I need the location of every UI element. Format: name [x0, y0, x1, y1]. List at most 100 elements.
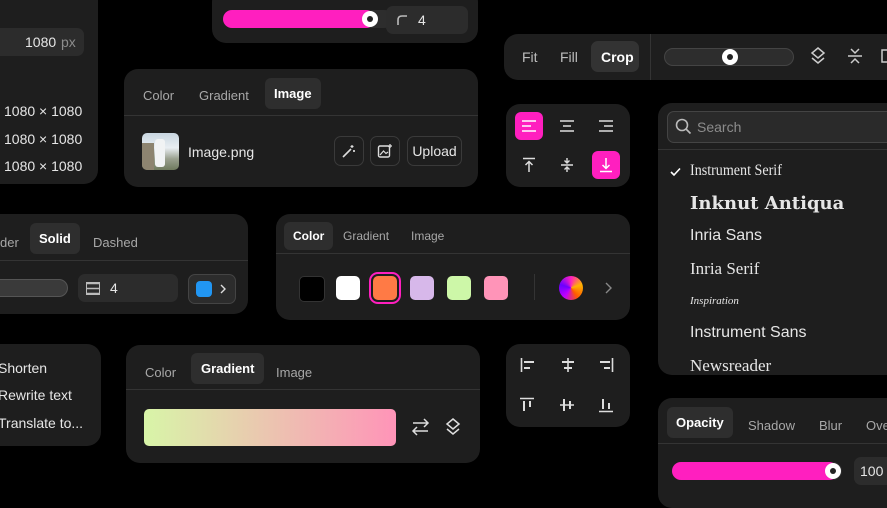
add-image-button[interactable]	[370, 136, 400, 166]
font-item-instrument-serif[interactable]: Instrument Serif	[690, 162, 782, 180]
tab-image[interactable]: Image	[402, 222, 453, 250]
swap-icon[interactable]	[411, 418, 430, 436]
tab-image[interactable]: Image	[267, 359, 321, 386]
tab-image[interactable]: Image	[265, 78, 321, 109]
radius-input[interactable]: 4	[386, 6, 468, 34]
align-right-button[interactable]	[592, 112, 620, 140]
menu-item-shorten[interactable]: Shorten	[0, 360, 47, 376]
tab-solid[interactable]: Solid	[30, 223, 80, 254]
corner-radius-icon	[396, 14, 408, 26]
tab-gradient[interactable]: Gradient	[190, 82, 258, 109]
size-slider-thumb[interactable]	[362, 11, 378, 27]
stroke-width-input[interactable]: 4	[78, 274, 178, 302]
color-swatch[interactable]	[410, 276, 434, 300]
magic-wand-icon	[341, 143, 357, 159]
expand-icon[interactable]	[881, 49, 887, 63]
tab-color[interactable]: Color	[134, 82, 183, 109]
zoom-slider-thumb[interactable]	[722, 49, 738, 65]
opacity-slider-thumb[interactable]	[825, 463, 841, 479]
opacity-slider[interactable]	[672, 462, 842, 480]
align-bottom-button[interactable]	[592, 151, 620, 179]
font-item-inria-sans[interactable]: Inria Sans	[690, 227, 762, 245]
size-preset-1[interactable]: 1080 × 1080	[4, 103, 82, 119]
top-slider-panel: 4	[212, 0, 478, 43]
tab-overlay[interactable]: Ove	[857, 412, 887, 439]
crop-button-label: Crop	[601, 49, 634, 65]
align-top-edge-icon[interactable]	[520, 397, 534, 413]
tab-shadow[interactable]: Shadow	[739, 412, 804, 439]
tab-border[interactable]: der	[0, 229, 28, 256]
font-search-field[interactable]: Search	[667, 111, 887, 143]
text-align-panel	[506, 104, 630, 187]
zoom-slider[interactable]	[664, 48, 794, 66]
image-file-name: Image.png	[188, 144, 255, 160]
effects-panel: Opacity Shadow Blur Ove 100	[658, 398, 887, 508]
search-icon	[675, 118, 692, 135]
align-bottom-icon	[599, 157, 613, 173]
size-slider[interactable]	[223, 10, 393, 28]
distribute-vertical-icon[interactable]	[847, 47, 863, 65]
gradient-divider	[126, 389, 480, 390]
gradient-angle-icon[interactable]	[445, 418, 461, 436]
tab-color[interactable]: Color	[284, 222, 334, 250]
align-left-button[interactable]	[515, 112, 543, 140]
magic-wand-button[interactable]	[334, 136, 364, 166]
align-top-button[interactable]	[515, 151, 543, 179]
align-right-edge-icon[interactable]	[598, 358, 614, 372]
fit-button[interactable]: Fit	[522, 49, 538, 65]
color-swatch[interactable]	[299, 276, 325, 302]
chevron-right-icon[interactable]	[605, 282, 612, 294]
toolbar-divider	[650, 34, 651, 80]
add-image-icon	[377, 143, 393, 159]
checkmark-icon	[670, 167, 681, 177]
color-swatch[interactable]	[336, 276, 360, 300]
color-swatch[interactable]	[484, 276, 508, 300]
size-value: 1080	[25, 34, 57, 50]
stroke-color-button[interactable]	[188, 274, 236, 304]
font-item-inspiration[interactable]: Inspiration	[690, 295, 739, 307]
image-fill-divider	[124, 115, 478, 116]
opacity-input[interactable]: 100	[854, 457, 887, 485]
font-item-inria-serif[interactable]: Inria Serif	[690, 259, 759, 279]
fill-button[interactable]: Fill	[560, 49, 578, 65]
align-horizontal-center-icon[interactable]	[560, 358, 576, 372]
size-slider-fill	[223, 10, 375, 28]
gradient-angle-icon[interactable]	[810, 47, 826, 65]
font-search-placeholder: Search	[697, 119, 742, 135]
font-item-instrument-sans[interactable]: Instrument Sans	[690, 324, 807, 342]
tab-opacity[interactable]: Opacity	[667, 407, 733, 438]
tab-blur[interactable]: Blur	[810, 412, 851, 439]
align-center-icon	[559, 119, 575, 133]
chevron-right-icon	[220, 284, 226, 294]
size-preset-2[interactable]: 1080 × 1080	[4, 131, 82, 147]
menu-item-rewrite[interactable]: Rewrite text	[0, 387, 72, 403]
size-input[interactable]: 1080 px	[0, 28, 84, 56]
color-wheel-button[interactable]	[559, 276, 583, 300]
font-item-newsreader[interactable]: Newsreader	[690, 356, 771, 375]
align-bottom-edge-icon[interactable]	[599, 397, 613, 413]
stroke-color-swatch	[196, 281, 212, 297]
crop-button[interactable]: Crop	[591, 41, 639, 72]
color-swatch[interactable]	[447, 276, 471, 300]
tab-dashed[interactable]: Dashed	[84, 229, 147, 256]
align-middle-button[interactable]	[553, 151, 581, 179]
ai-text-menu: Shorten Rewrite text Translate to...	[0, 344, 101, 446]
stroke-slider[interactable]	[0, 279, 68, 297]
tab-gradient[interactable]: Gradient	[334, 222, 398, 250]
fit-toolbar: Fit Fill Crop	[504, 34, 887, 80]
gradient-preview[interactable]	[144, 409, 396, 446]
tab-gradient[interactable]: Gradient	[191, 353, 265, 384]
size-preset-3[interactable]: 1080 × 1080	[4, 158, 82, 174]
align-left-edge-icon[interactable]	[520, 358, 536, 372]
stroke-width-value: 4	[110, 280, 118, 296]
image-fill-panel: Color Gradient Image Image.png Upload	[124, 69, 478, 187]
tab-color[interactable]: Color	[136, 359, 185, 386]
upload-button[interactable]: Upload	[407, 136, 462, 166]
font-item-inknut-antiqua[interactable]: Inknut Antiqua	[690, 193, 844, 214]
color-swatch[interactable]	[373, 276, 397, 300]
align-vertical-center-icon[interactable]	[560, 397, 574, 413]
stroke-weight-icon	[86, 282, 100, 295]
swatch-divider	[534, 274, 535, 300]
menu-item-translate[interactable]: Translate to...	[0, 415, 83, 431]
align-center-button[interactable]	[553, 112, 581, 140]
